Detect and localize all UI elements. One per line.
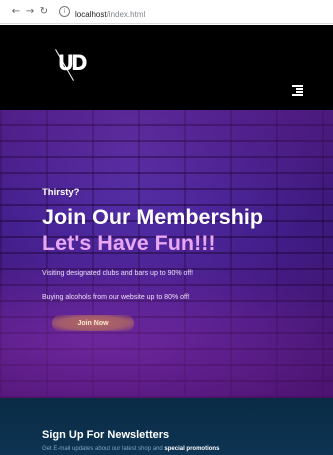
newsletter-text-prefix: Get E-mail updates about our latest shop… xyxy=(42,446,165,452)
reload-icon[interactable]: ↻ xyxy=(37,0,51,24)
hero-kicker: Thirsty? xyxy=(42,187,80,198)
newsletter-text-highlight: special promotions xyxy=(164,446,220,452)
newsletter-text: Get E-mail updates about our latest shop… xyxy=(42,446,219,452)
info-icon[interactable]: i xyxy=(59,6,70,17)
url-path: /index.html xyxy=(106,10,146,19)
hero-subtitle: Let's Have Fun!!! xyxy=(42,231,216,255)
join-now-label: Join Now xyxy=(77,319,109,327)
newsletter-section: Sign Up For Newsletters Get E-mail updat… xyxy=(0,398,333,455)
forward-arrow-icon[interactable]: → xyxy=(23,0,37,24)
hero-title: Join Our Membership xyxy=(42,205,264,229)
hero-benefit-alcohol: Buying alcohols from our website up to 8… xyxy=(42,294,190,301)
site-logo[interactable]: UD xyxy=(58,51,88,75)
back-arrow-icon[interactable]: ← xyxy=(9,0,23,24)
newsletter-title: Sign Up For Newsletters xyxy=(42,429,170,441)
menu-icon[interactable] xyxy=(292,85,303,96)
url-host: localhost xyxy=(75,10,107,19)
browser-toolbar: ← → ↻ i localhost/index.html xyxy=(0,0,333,24)
hero-benefit-clubs: Visiting designated clubs and bars up to… xyxy=(42,270,194,277)
address-bar[interactable]: localhost/index.html xyxy=(75,2,145,21)
hero-section: Thirsty? Join Our Membership Let's Have … xyxy=(0,110,333,398)
site-header: UD xyxy=(0,25,333,110)
hero-glow xyxy=(0,260,333,398)
join-now-button[interactable]: Join Now xyxy=(52,315,134,331)
